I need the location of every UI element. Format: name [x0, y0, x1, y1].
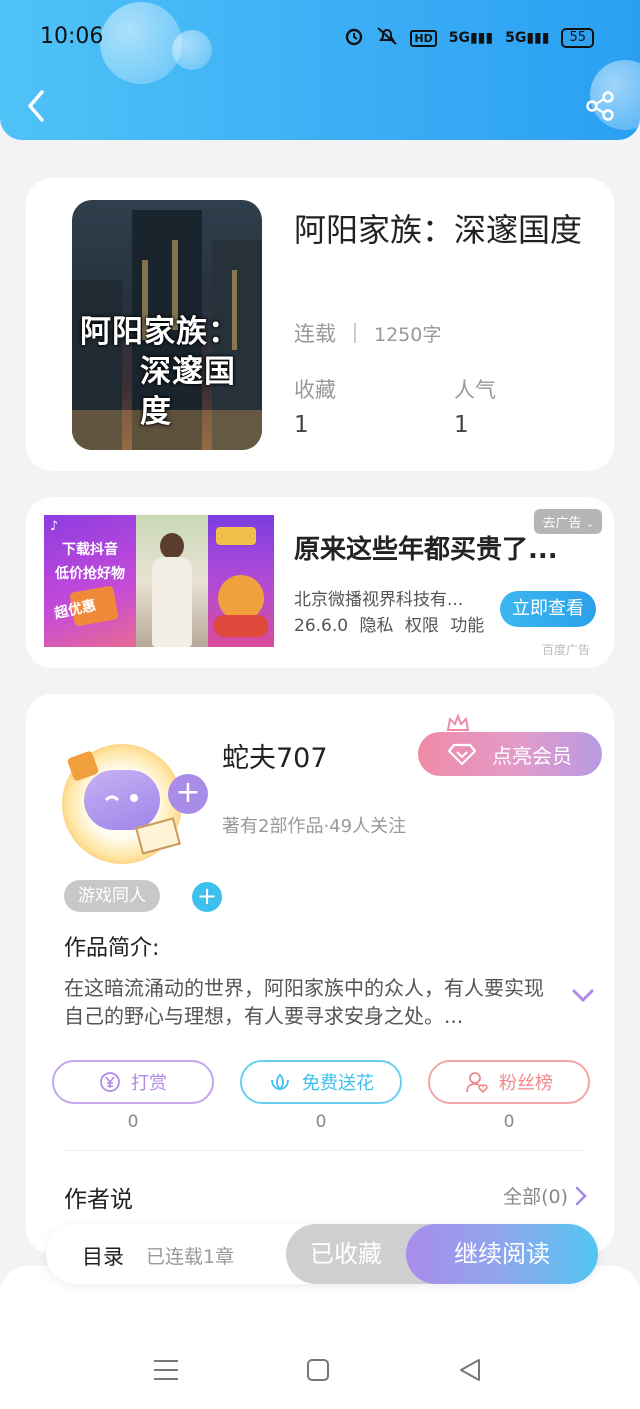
meta-divider [354, 323, 356, 343]
word-count: 1250字 [374, 323, 442, 346]
chevron-down-icon: ⌄ [585, 519, 594, 530]
intro-label: 作品简介: [64, 936, 160, 961]
fan-count: 0 [503, 1112, 515, 1132]
ad-view-button[interactable]: 立即查看 [500, 591, 596, 627]
cover-title: 阿阳家族： 深邃国度 [80, 312, 262, 432]
yen-icon [100, 1072, 120, 1092]
ad-panel-delivery [208, 515, 274, 647]
menu-icon[interactable] [148, 1352, 184, 1388]
network-label: 5G [505, 30, 527, 46]
system-nav-bar [0, 1352, 640, 1388]
chevron-down-icon[interactable] [572, 988, 594, 1004]
status-icons: HD 5G▮▮▮ 5G▮▮▮ 55 [344, 26, 594, 50]
share-icon [586, 91, 614, 121]
favorites-value: 1 [294, 412, 309, 438]
genre-tag[interactable]: 游戏同人 [64, 880, 160, 912]
avatar-mascot [84, 770, 160, 830]
scooter [214, 615, 268, 637]
home-square-icon[interactable] [300, 1352, 336, 1388]
chapter-count: 已连载1章 [146, 1246, 235, 1268]
vip-button[interactable]: 点亮会员 [418, 732, 602, 776]
ad-source: 百度广告 [541, 643, 590, 657]
reward-count: 0 [127, 1112, 139, 1132]
tiktok-icon: ♪ [50, 519, 59, 534]
send-flower-label: 免费送花 [302, 1073, 374, 1094]
follow-button[interactable]: + [168, 774, 208, 814]
alarm-icon [344, 26, 364, 50]
flower-icon [271, 1073, 289, 1091]
book-meta: 连载 1250字 [294, 318, 441, 348]
intro-text[interactable]: 在这暗流涌动的世界，阿阳家族中的众人，有人要实现自己的野心与理想，有人要寻求安身… [64, 974, 554, 1030]
signal-5g-icon: 5G▮▮▮ [448, 30, 494, 46]
mute-bell-icon [376, 26, 398, 50]
ad-panel-text: 低价抢好物 [55, 566, 125, 582]
decor-bubble [100, 2, 182, 84]
book-info-card: 阿阳家族： 深邃国度 阿阳家族：深邃国度 连载 1250字 收藏 1 人气 1 [26, 178, 614, 471]
chevron-right-icon [575, 1186, 587, 1205]
continue-reading-button[interactable]: 继续阅读 [406, 1224, 598, 1284]
popularity-label: 人气 [454, 378, 496, 402]
signal-5g-icon: 5G▮▮▮ [505, 30, 550, 46]
fan-rank-label: 粉丝榜 [499, 1073, 553, 1094]
back-triangle-icon[interactable] [452, 1352, 488, 1388]
ad-title[interactable]: 原来这些年都买贵了... [294, 529, 558, 566]
author-says-title: 作者说 [64, 1187, 133, 1213]
crown-icon [446, 714, 470, 731]
send-flower-button[interactable]: 免费送花 [240, 1060, 402, 1104]
ad-sticker [216, 527, 256, 545]
section-divider [64, 1150, 586, 1151]
network-label: 5G [448, 30, 470, 46]
favorites-label: 收藏 [294, 378, 336, 402]
diamond-icon [448, 743, 476, 765]
hd-icon: HD [410, 29, 437, 47]
battery-icon: 55 [561, 28, 594, 48]
cover-title-line2: 深邃国度 [140, 354, 236, 430]
model-dress [152, 557, 192, 647]
ad-image[interactable]: ♪ 下载抖音 低价抢好物 超优惠 [44, 515, 274, 647]
ad-card[interactable]: ♪ 下载抖音 低价抢好物 超优惠 去广告 ⌄ 原来这些年都买贵了... 北京微播… [26, 497, 614, 668]
decor-bubble [172, 30, 212, 70]
vip-label: 点亮会员 [492, 743, 572, 768]
book-cover[interactable]: 阿阳家族： 深邃国度 [72, 200, 262, 450]
author-says-all-label: 全部(0) [503, 1186, 568, 1208]
flower-count: 0 [315, 1112, 327, 1132]
model-head [160, 533, 184, 559]
ad-meta[interactable]: 26.6.0 隐私 权限 功能 [294, 611, 484, 636]
top-header: 10:06 HD 5G▮▮▮ 5G▮▮▮ 55 [0, 0, 640, 140]
author-says-all-link[interactable]: 全部(0) [503, 1182, 588, 1209]
share-button[interactable] [584, 90, 616, 122]
book-title: 阿阳家族：深邃国度 [294, 211, 583, 249]
user-heart-icon [466, 1072, 488, 1094]
fan-rank-button[interactable]: 粉丝榜 [428, 1060, 590, 1104]
ad-company: 北京微播视界科技有... [294, 590, 464, 610]
author-stats: 著有2部作品·49人关注 [222, 816, 407, 837]
cover-title-line1: 阿阳家族： [80, 314, 240, 350]
status-time: 10:06 [40, 24, 104, 49]
ad-panel-text: 下载抖音 [62, 542, 118, 558]
add-tag-button[interactable]: + [192, 882, 222, 912]
popularity-value: 1 [454, 412, 469, 438]
bottom-action-bar: 目录 已连载1章 已收藏 继续阅读 [46, 1224, 598, 1284]
avatar[interactable]: + [52, 730, 208, 870]
collected-label: 已收藏 [310, 1240, 382, 1268]
author-name[interactable]: 蛇夫707 [222, 736, 328, 775]
author-card: + 蛇夫707 点亮会员 著有2部作品·49人关注 游戏同人 + 作品简介: 在… [26, 694, 614, 1254]
mascot-face-icon [104, 794, 138, 802]
reward-button[interactable]: 打赏 [52, 1060, 214, 1104]
chevron-left-icon [28, 90, 44, 122]
toc-button[interactable]: 目录 [82, 1241, 124, 1271]
ad-panel-douyin: ♪ 下载抖音 低价抢好物 超优惠 [44, 515, 136, 647]
serial-status: 连载 [294, 322, 336, 346]
back-button[interactable] [22, 88, 50, 124]
ad-panel-model [136, 515, 208, 647]
reward-label: 打赏 [131, 1073, 167, 1094]
